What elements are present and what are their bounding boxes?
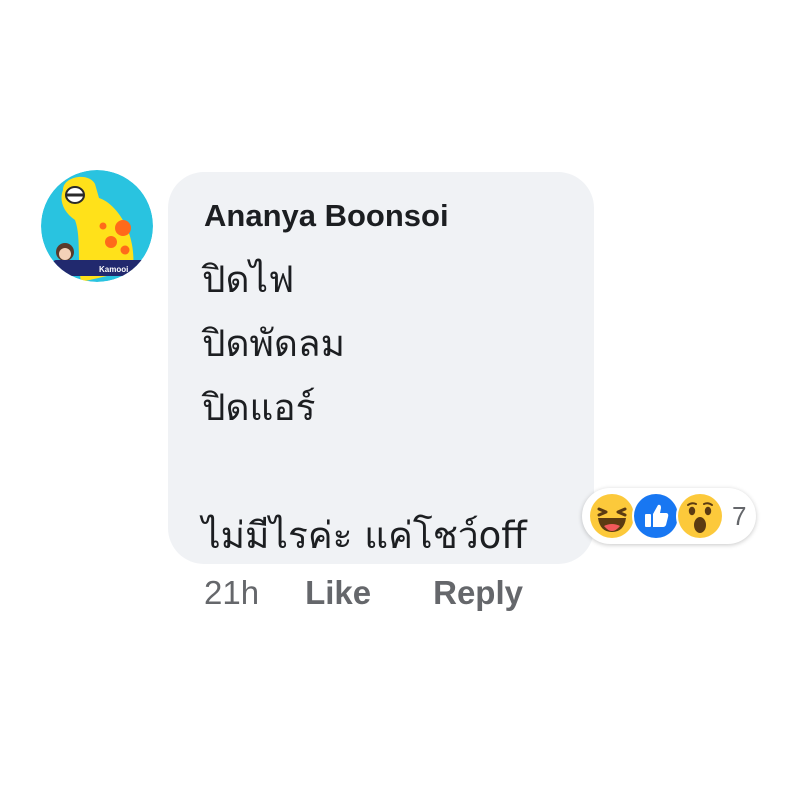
comment-timestamp[interactable]: 21h <box>204 574 259 612</box>
comment-author[interactable]: Ananya Boonsoi <box>204 198 449 234</box>
avatar[interactable]: Kamooi <box>41 170 153 282</box>
like-icon <box>632 492 680 540</box>
badge-text: Kamooi <box>99 265 128 274</box>
comment-line <box>202 440 527 504</box>
reaction-count: 7 <box>732 500 747 531</box>
reactions-summary[interactable]: 7 <box>582 488 757 544</box>
comment-line: ปิดไฟ <box>202 258 295 301</box>
comment-text: ปิดไฟ ปิดพัดลม ปิดแอร์ ไม่มีไรค่ะ แค่โชว… <box>202 248 527 568</box>
haha-icon <box>588 492 636 540</box>
like-button[interactable]: Like <box>305 574 371 612</box>
comment-actions: 21h Like Reply <box>204 574 585 612</box>
reply-button[interactable]: Reply <box>433 574 523 612</box>
comment-line: ปิดพัดลม <box>202 322 345 365</box>
wow-icon <box>676 492 724 540</box>
comment-line: ไม่มีไรค่ะ แค่โชว์off <box>202 514 527 557</box>
comment-bubble: Ananya Boonsoi ปิดไฟ ปิดพัดลม ปิดแอร์ ไม… <box>168 172 594 564</box>
profile-picture: Kamooi <box>41 170 153 282</box>
comment-thread: Kamooi Ananya Boonsoi ปิดไฟ ปิดพัดลม ปิด… <box>0 0 800 800</box>
comment-line: ปิดแอร์ <box>202 386 316 429</box>
